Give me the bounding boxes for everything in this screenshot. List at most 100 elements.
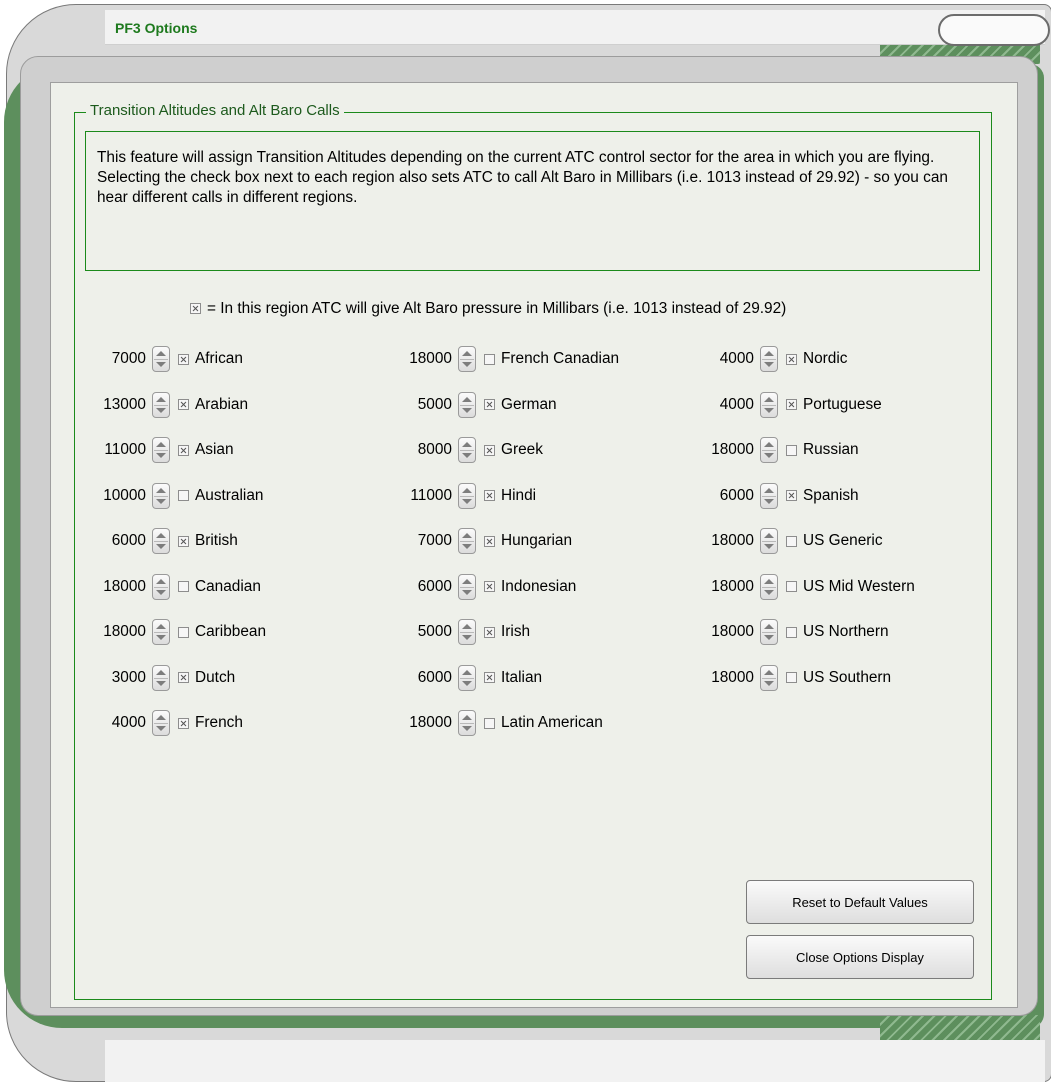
millibars-checkbox[interactable] [178, 399, 189, 410]
bottom-bar [105, 1040, 1045, 1082]
region-name: Caribbean [195, 623, 267, 640]
region-name: French [195, 714, 243, 731]
altitude-spinner[interactable] [760, 482, 778, 509]
window-control-pill[interactable] [938, 14, 1050, 46]
altitude-spinner[interactable] [760, 346, 778, 372]
altitude-spinner[interactable] [152, 346, 170, 372]
altitude-value[interactable]: 6000 [390, 578, 452, 596]
region-row: 11000 Asian [84, 435, 234, 465]
reset-default-values-button[interactable]: Reset to Default Values [746, 880, 974, 924]
millibars-checkbox[interactable] [786, 581, 797, 592]
millibars-checkbox[interactable] [484, 353, 495, 365]
millibars-checkbox[interactable] [178, 490, 189, 501]
altitude-value[interactable]: 5000 [390, 623, 452, 641]
altitude-value[interactable]: 7000 [84, 350, 146, 368]
altitude-spinner[interactable] [458, 437, 476, 463]
millibars-checkbox[interactable] [786, 399, 797, 410]
altitude-spinner[interactable] [458, 619, 476, 645]
region-row: 5000 Irish [390, 617, 530, 647]
millibars-checkbox[interactable] [178, 717, 189, 729]
millibars-checkbox[interactable] [484, 490, 495, 501]
millibars-checkbox[interactable] [178, 581, 189, 592]
altitude-value[interactable]: 18000 [84, 578, 146, 596]
altitude-spinner[interactable] [152, 710, 170, 736]
region-row: 6000 Italian [390, 663, 542, 693]
altitude-value[interactable]: 7000 [390, 532, 452, 550]
millibars-checkbox[interactable] [484, 535, 495, 547]
region-row: 18000 Latin American [390, 708, 603, 738]
millibars-checkbox[interactable] [178, 535, 189, 547]
region-name: Asian [195, 441, 234, 458]
region-name: Spanish [803, 486, 859, 504]
altitude-value[interactable]: 18000 [692, 578, 754, 596]
altitude-spinner[interactable] [152, 528, 170, 554]
altitude-value[interactable]: 3000 [84, 669, 146, 687]
altitude-spinner[interactable] [152, 391, 170, 418]
millibars-checkbox[interactable] [178, 353, 189, 365]
altitude-spinner[interactable] [458, 391, 476, 418]
millibars-checkbox[interactable] [786, 672, 797, 683]
millibars-checkbox[interactable] [484, 444, 495, 456]
millibars-checkbox[interactable] [484, 399, 495, 410]
altitude-spinner[interactable] [458, 482, 476, 509]
altitude-spinner[interactable] [458, 664, 476, 691]
millibars-checkbox[interactable] [786, 490, 797, 501]
altitude-value[interactable]: 13000 [84, 396, 146, 414]
altitude-value[interactable]: 18000 [84, 623, 146, 641]
millibars-checkbox[interactable] [484, 581, 495, 592]
altitude-spinner[interactable] [760, 391, 778, 418]
altitude-spinner[interactable] [152, 573, 170, 600]
millibars-checkbox[interactable] [786, 444, 797, 456]
region-name: Irish [501, 623, 531, 640]
altitude-spinner[interactable] [152, 437, 170, 463]
region-name: Latin American [501, 714, 603, 731]
altitude-value[interactable]: 11000 [84, 441, 146, 459]
millibars-checkbox[interactable] [484, 717, 495, 729]
altitude-spinner[interactable] [760, 437, 778, 463]
region-row: 18000 French Canadian [390, 344, 619, 374]
altitude-value[interactable]: 4000 [692, 350, 754, 368]
region-row: 18000 US Northern [692, 617, 889, 647]
millibars-checkbox[interactable] [178, 672, 189, 683]
millibars-checkbox[interactable] [178, 444, 189, 456]
altitude-value[interactable]: 6000 [390, 669, 452, 687]
altitude-spinner[interactable] [152, 664, 170, 691]
altitude-value[interactable]: 18000 [390, 350, 452, 368]
altitude-spinner[interactable] [760, 528, 778, 554]
millibars-checkbox[interactable] [178, 626, 189, 638]
altitude-value[interactable]: 18000 [692, 532, 754, 550]
close-options-display-button[interactable]: Close Options Display [746, 935, 974, 979]
altitude-value[interactable]: 4000 [692, 396, 754, 414]
millibars-checkbox[interactable] [786, 535, 797, 547]
altitude-value[interactable]: 18000 [390, 714, 452, 732]
region-name: US Mid Western [803, 577, 915, 595]
altitude-spinner[interactable] [760, 573, 778, 600]
altitude-spinner[interactable] [458, 710, 476, 736]
region-row: 18000 Canadian [84, 572, 261, 602]
altitude-value[interactable]: 18000 [692, 441, 754, 459]
altitude-spinner[interactable] [458, 346, 476, 372]
altitude-value[interactable]: 8000 [390, 441, 452, 459]
region-row: 8000 Greek [390, 435, 543, 465]
reset-button-label: Reset to Default Values [792, 894, 928, 910]
millibars-checkbox[interactable] [786, 353, 797, 365]
altitude-value[interactable]: 18000 [692, 669, 754, 687]
altitude-spinner[interactable] [458, 573, 476, 600]
region-name: Hindi [501, 486, 537, 504]
altitude-spinner[interactable] [458, 528, 476, 554]
altitude-value[interactable]: 6000 [84, 532, 146, 550]
altitude-spinner[interactable] [760, 664, 778, 691]
altitude-spinner[interactable] [760, 619, 778, 645]
altitude-value[interactable]: 18000 [692, 623, 754, 641]
altitude-value[interactable]: 6000 [692, 487, 754, 505]
altitude-value[interactable]: 5000 [390, 396, 452, 414]
altitude-value[interactable]: 4000 [84, 714, 146, 732]
millibars-checkbox[interactable] [484, 626, 495, 638]
millibars-checkbox[interactable] [786, 626, 797, 638]
altitude-spinner[interactable] [152, 482, 170, 509]
altitude-value[interactable]: 11000 [390, 487, 452, 505]
region-row: 3000 Dutch [84, 663, 235, 693]
millibars-checkbox[interactable] [484, 672, 495, 683]
altitude-spinner[interactable] [152, 619, 170, 645]
altitude-value[interactable]: 10000 [84, 487, 146, 505]
